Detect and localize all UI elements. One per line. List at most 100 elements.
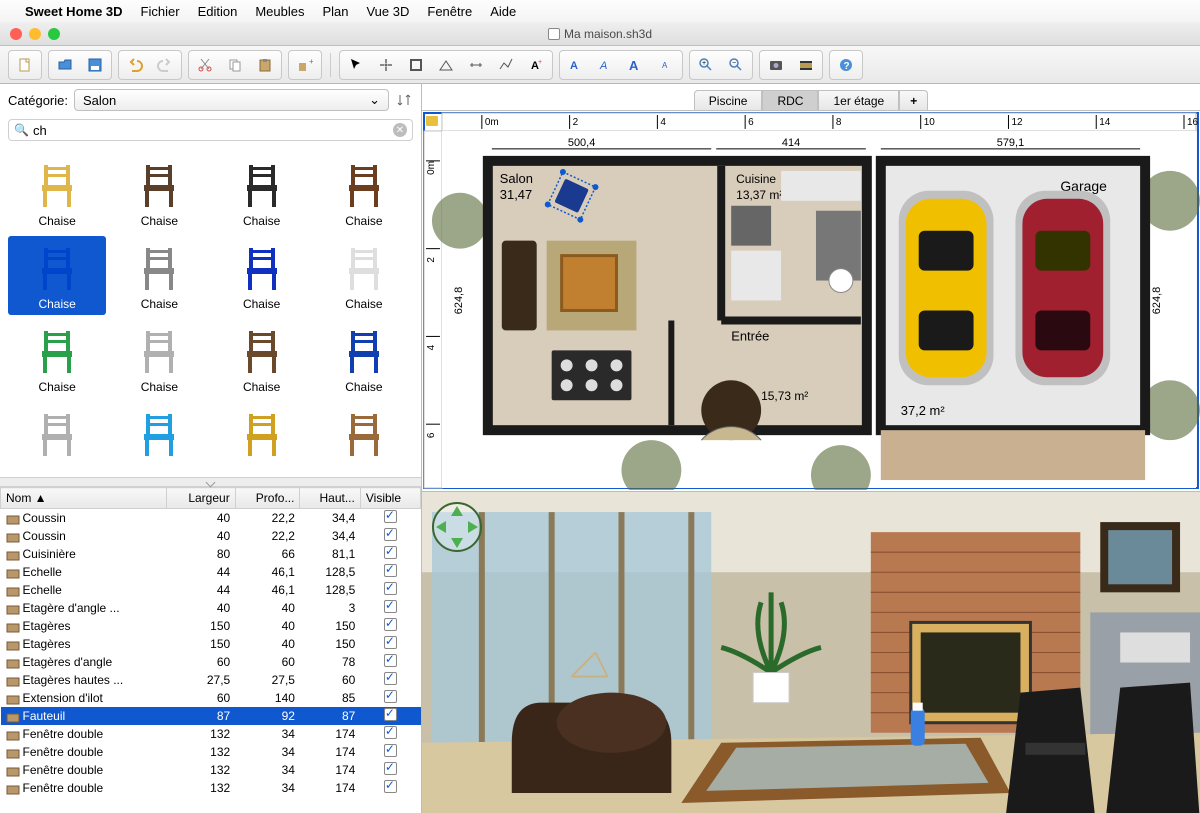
video-button[interactable] [792,53,820,77]
table-row[interactable]: Fenêtre double 13234174 [1,761,421,779]
room-tool[interactable] [432,53,460,77]
visible-checkbox[interactable] [384,726,397,739]
menu-vue3d[interactable]: Vue 3D [366,4,409,19]
copy-button[interactable] [221,53,249,77]
smaller-text-button[interactable]: A [652,53,680,77]
catalog-item[interactable]: Chaise [315,236,413,315]
select-tool[interactable] [342,53,370,77]
table-row[interactable]: Etagères 15040150 [1,617,421,635]
catalog-item[interactable] [315,402,413,467]
italic-button[interactable]: A [592,53,620,77]
table-row[interactable]: Etagères 15040150 [1,635,421,653]
table-row[interactable]: Etagères hautes ... 27,527,560 [1,671,421,689]
undo-button[interactable] [121,53,149,77]
help-button[interactable]: ? [832,53,860,77]
wall-tool[interactable] [402,53,430,77]
catalog-item[interactable]: Chaise [110,319,208,398]
close-button[interactable] [10,28,22,40]
catalog-item[interactable] [213,402,311,467]
visible-checkbox[interactable] [384,582,397,595]
table-row[interactable]: Etagère d'angle ... 40403 [1,599,421,617]
catalog-item[interactable]: Chaise [213,236,311,315]
tab-piscine[interactable]: Piscine [694,90,763,111]
nav-right-icon[interactable] [468,521,478,533]
col-nom[interactable]: Nom ▲ [1,488,167,509]
paste-button[interactable] [251,53,279,77]
nav-left-icon[interactable] [436,521,446,533]
table-row[interactable]: Echelle 4446,1128,5 [1,563,421,581]
table-row[interactable]: Coussin 4022,234,4 [1,509,421,528]
table-row[interactable]: Coussin 4022,234,4 [1,527,421,545]
catalog-item[interactable]: Chaise [315,319,413,398]
table-row[interactable]: Etagères d'angle 606078 [1,653,421,671]
col-hauteur[interactable]: Haut... [300,488,360,509]
catalog-item[interactable]: Chaise [110,236,208,315]
visible-checkbox[interactable] [384,528,397,541]
sort-button[interactable] [395,89,413,111]
catalog-item[interactable]: Chaise [213,319,311,398]
catalog-item[interactable]: Chaise [213,153,311,232]
table-row[interactable]: Fenêtre double 13234174 [1,743,421,761]
photo-button[interactable] [762,53,790,77]
open-button[interactable] [51,53,79,77]
view-3d[interactable] [422,492,1200,813]
text-tool[interactable]: A+ [522,53,550,77]
catalog-item[interactable]: Chaise [315,153,413,232]
table-row[interactable]: Fenêtre double 13234174 [1,725,421,743]
visible-checkbox[interactable] [384,564,397,577]
table-row[interactable]: Cuisinière 806681,1 [1,545,421,563]
menu-edition[interactable]: Edition [198,4,238,19]
visible-checkbox[interactable] [384,636,397,649]
bold-button[interactable]: A [562,53,590,77]
furniture-table[interactable]: Nom ▲ Largeur Profo... Haut... Visible C… [0,487,421,813]
zoom-button[interactable] [48,28,60,40]
catalog-item[interactable] [110,402,208,467]
tab-etage[interactable]: 1er étage [818,90,899,111]
search-input[interactable] [33,123,393,138]
visible-checkbox[interactable] [384,690,397,703]
col-visible[interactable]: Visible [360,488,420,509]
clear-search-button[interactable]: ✕ [393,123,407,137]
furniture-catalog[interactable]: Chaise Chaise Chaise [0,147,421,477]
visible-checkbox[interactable] [384,762,397,775]
nav-down-icon[interactable] [451,538,463,548]
dimension-tool[interactable] [462,53,490,77]
save-button[interactable] [81,53,109,77]
catalog-item[interactable] [8,402,106,467]
add-furniture-button[interactable]: + [291,53,319,77]
compass-nav[interactable] [432,502,482,552]
table-row[interactable]: Echelle 4446,1128,5 [1,581,421,599]
visible-checkbox[interactable] [384,546,397,559]
category-select[interactable]: Salon ⌄ [74,89,389,111]
new-button[interactable] [11,53,39,77]
table-row[interactable]: Extension d'ilot 6014085 [1,689,421,707]
search-field[interactable]: 🔍 ✕ [8,119,413,141]
nav-up-icon[interactable] [451,506,463,516]
menu-fichier[interactable]: Fichier [141,4,180,19]
zoom-out-button[interactable]: − [722,53,750,77]
visible-checkbox[interactable] [384,672,397,685]
table-row[interactable]: Fauteuil 879287 [1,707,421,725]
zoom-in-button[interactable]: + [692,53,720,77]
split-handle[interactable] [0,477,421,487]
col-profondeur[interactable]: Profo... [235,488,300,509]
col-largeur[interactable]: Largeur [167,488,235,509]
visible-checkbox[interactable] [384,708,397,721]
visible-checkbox[interactable] [384,600,397,613]
tab-rdc[interactable]: RDC [762,90,818,111]
tab-add-level[interactable]: + [899,90,928,111]
menu-aide[interactable]: Aide [490,4,516,19]
polyline-tool[interactable] [492,53,520,77]
visible-checkbox[interactable] [384,510,397,523]
table-row[interactable]: Fenêtre double 13234174 [1,779,421,797]
menu-plan[interactable]: Plan [322,4,348,19]
catalog-item[interactable]: Chaise [8,153,106,232]
cut-button[interactable] [191,53,219,77]
pan-tool[interactable] [372,53,400,77]
visible-checkbox[interactable] [384,744,397,757]
menu-fenetre[interactable]: Fenêtre [427,4,472,19]
visible-checkbox[interactable] [384,654,397,667]
catalog-item[interactable]: Chaise [8,319,106,398]
plan-canvas[interactable]: 0m246810121416 0m246 500,4 414 [422,110,1200,491]
bigger-text-button[interactable]: A [622,53,650,77]
